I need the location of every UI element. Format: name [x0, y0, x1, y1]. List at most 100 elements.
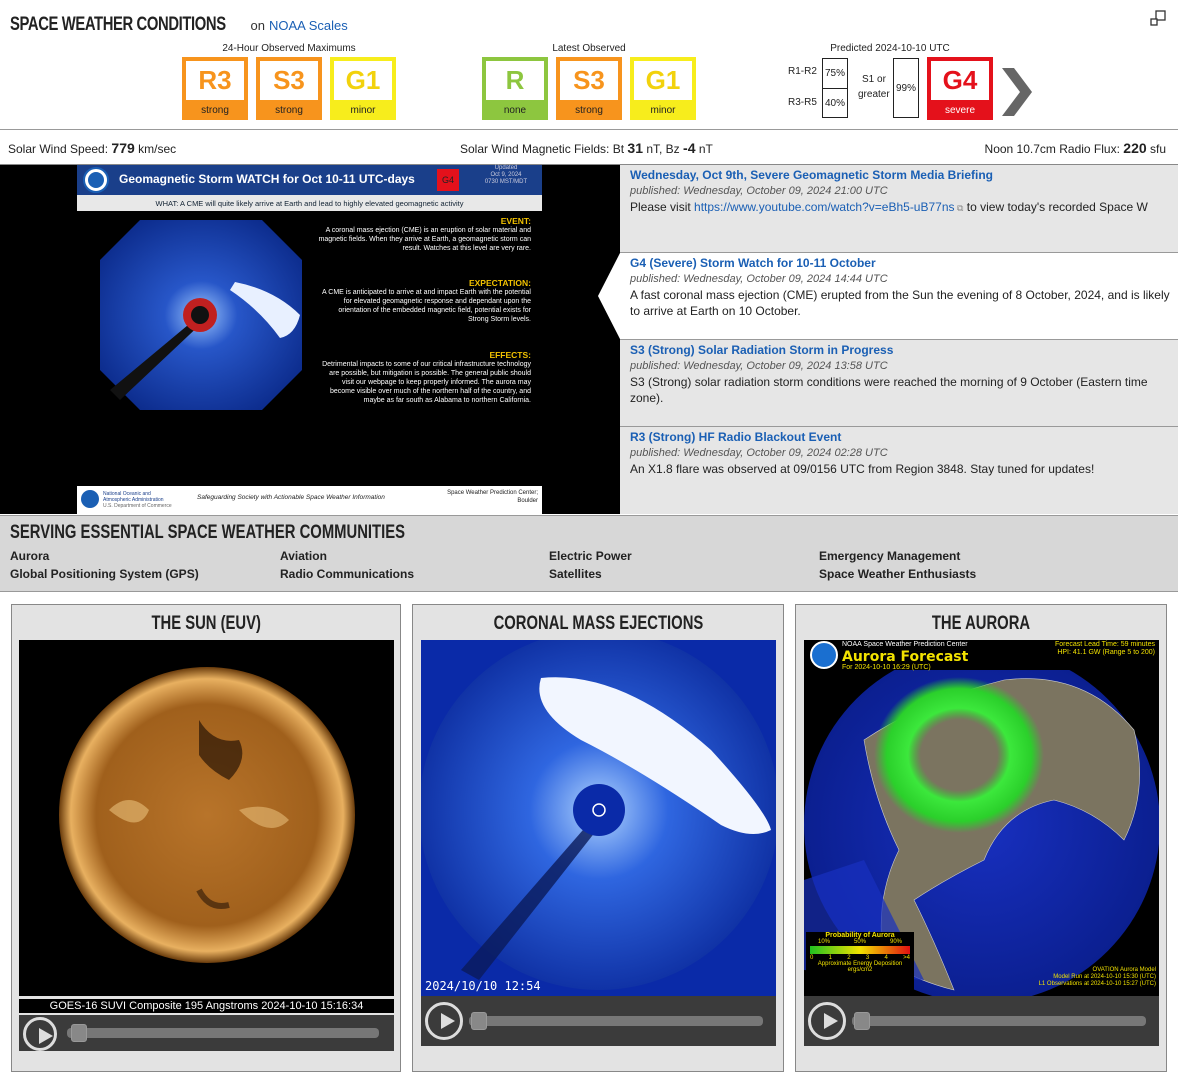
watch-text-block: EVENT: A coronal mass ejection (CME) is … [318, 216, 531, 405]
play-icon[interactable] [23, 1017, 57, 1051]
news-item-active[interactable]: G4 (Severe) Storm Watch for 10-11 Octobe… [620, 253, 1178, 339]
sun-scrub-track[interactable] [67, 1028, 379, 1038]
cme-scrub-handle[interactable] [471, 1012, 487, 1030]
cme-card: CORONAL MASS EJECTIONS 2024/10/10 12:54 [412, 604, 784, 1072]
r1r2-label: R1-R2 [788, 66, 817, 77]
watch-updated: Updated Oct 9, 2024 0730 MST/MDT [484, 165, 528, 185]
footer-swpc: Space Weather Prediction Center; Boulder [447, 490, 538, 504]
latest-s-level: strong [575, 104, 603, 116]
footer-tagline: Safeguarding Society with Actionable Spa… [197, 494, 385, 501]
observed-s-scale[interactable]: S3 strong [256, 57, 322, 120]
latest-g-scale[interactable]: G1 minor [630, 57, 696, 120]
noaa-aurora-logo-icon [810, 641, 838, 669]
latest-s-scale[interactable]: S3 strong [556, 57, 622, 120]
news-link[interactable]: https://www.youtube.com/watch?v=eBh5-uB7… [694, 200, 954, 214]
observed-r-scale[interactable]: R3 strong [182, 57, 248, 120]
community-aurora[interactable]: Aurora [10, 549, 49, 563]
cme-timestamp: 2024/10/10 12:54 [425, 979, 541, 993]
sun-scrub-handle[interactable] [71, 1024, 87, 1042]
news-title[interactable]: S3 (Strong) Solar Radiation Storm in Pro… [630, 342, 1170, 358]
active-pointer-icon [598, 253, 620, 339]
community-aviation[interactable]: Aviation [280, 549, 327, 563]
expand-icon[interactable] [1150, 10, 1166, 26]
news-divider [620, 252, 1178, 253]
solar-wind-magnetic-fields: Solar Wind Magnetic Fields: Bt 31 nT, Bz… [460, 140, 713, 156]
on-text: on [250, 18, 265, 33]
aurora-card: THE AURORA NOAA Space Weather Prediction… [795, 604, 1167, 1072]
observed-g-scale[interactable]: G1 minor [330, 57, 396, 120]
latest-g-code: G1 [634, 61, 692, 100]
communities-title: SERVING ESSENTIAL SPACE WEATHER COMMUNIT… [10, 522, 405, 543]
news-item[interactable]: Wednesday, Oct 9th, Severe Geomagnetic S… [620, 165, 1178, 252]
footer-org: National Oceanic and Atmospheric Adminis… [103, 491, 172, 509]
aurora-legend: Probability of Aurora 10% 50% 90% 0 1 2 3 4 >4 … [806, 932, 914, 990]
latest-r-scale[interactable]: R none [482, 57, 548, 120]
latest-observed-label: Latest Observed [552, 43, 626, 54]
news-date: published: Wednesday, October 09, 2024 1… [630, 273, 888, 285]
community-enthusiasts[interactable]: Space Weather Enthusiasts [819, 567, 976, 581]
news-divider [620, 339, 1178, 340]
lasco-coronagraph-image [100, 220, 302, 410]
cme-image[interactable] [421, 640, 776, 996]
sun-euv-image[interactable] [19, 640, 394, 996]
news-body: A fast coronal mass ejection (CME) erupt… [630, 288, 1170, 318]
aurora-scrub-track[interactable] [852, 1016, 1146, 1026]
legend-prob-ticks: 10% 50% 90% [817, 939, 902, 945]
aurora-hpi: HPI: 41.1 GW (Range 5 to 200) [1057, 649, 1155, 656]
aurora-title: Aurora Forecast [842, 649, 969, 665]
solar-wind-row: Solar Wind Speed: 779 km/sec Solar Wind … [0, 138, 1178, 160]
play-icon[interactable] [808, 1002, 846, 1040]
observed-g-code: G1 [334, 61, 392, 100]
card-title: THE AURORA [931, 613, 1031, 634]
observed-max-label: 24-Hour Observed Maximums [222, 43, 356, 54]
news-body: Please visit https://www.youtube.com/wat… [630, 200, 1148, 214]
community-gps[interactable]: Global Positioning System (GPS) [10, 567, 199, 581]
s1-value: 99% [893, 58, 919, 118]
watch-banner: Geomagnetic Storm WATCH for Oct 10-11 UT… [77, 165, 542, 195]
news-body: S3 (Strong) solar radiation storm condit… [630, 375, 1148, 405]
cme-scrub-track[interactable] [469, 1016, 763, 1026]
community-emergency[interactable]: Emergency Management [819, 549, 960, 563]
watch-footer: National Oceanic and Atmospheric Adminis… [77, 486, 542, 514]
observed-r-code: R3 [186, 61, 244, 100]
s1-label-1: S1 or [862, 74, 886, 85]
featured-graphic[interactable]: Geomagnetic Storm WATCH for Oct 10-11 UT… [0, 165, 620, 514]
sun-euv-card: THE SUN (EUV) GOES-16 SUVI Composite 195… [11, 604, 401, 1072]
cme-player [421, 996, 776, 1046]
aurora-forecast-image[interactable]: NOAA Space Weather Prediction Center Aur… [804, 640, 1159, 996]
watch-what: WHAT: A CME will quite likely arrive at … [77, 195, 542, 211]
legend-color-bar [810, 946, 910, 954]
r3r5-label: R3-R5 [788, 97, 817, 108]
noaa-scales-link[interactable]: NOAA Scales [269, 18, 348, 33]
latest-s-code: S3 [560, 61, 618, 100]
news-title[interactable]: R3 (Strong) HF Radio Blackout Event [630, 429, 1170, 445]
latest-g-level: minor [650, 104, 676, 116]
aurora-lead: Forecast Lead Time: 59 minutes [1055, 641, 1155, 648]
observed-s-code: S3 [260, 61, 318, 100]
aurora-scrub-handle[interactable] [854, 1012, 870, 1030]
predicted-g-code: G4 [931, 61, 989, 100]
noaa-logo-icon [83, 167, 109, 193]
predicted-g-level: severe [944, 104, 975, 116]
next-chevron-icon[interactable] [1000, 66, 1034, 118]
aurora-header: NOAA Space Weather Prediction Center Aur… [804, 640, 1159, 671]
news-date: published: Wednesday, October 09, 2024 0… [630, 447, 888, 459]
play-icon[interactable] [425, 1002, 463, 1040]
community-satellites[interactable]: Satellites [549, 567, 602, 581]
community-radio[interactable]: Radio Communications [280, 567, 414, 581]
legend-energy: Approximate Energy Deposition ergs/cm2 [817, 961, 903, 973]
latest-r-level: none [503, 104, 527, 116]
observed-s-level: strong [275, 104, 303, 116]
sun-player [19, 1015, 394, 1051]
news-title[interactable]: Wednesday, Oct 9th, Severe Geomagnetic S… [630, 167, 1170, 183]
predicted-g-scale[interactable]: G4 severe [927, 57, 993, 120]
community-electric-power[interactable]: Electric Power [549, 549, 632, 563]
aurora-model-info: OVATION Aurora Model Model Run at 2024-10… [1038, 967, 1156, 987]
news-title[interactable]: G4 (Severe) Storm Watch for 10-11 Octobe… [630, 255, 1170, 271]
news-item[interactable]: R3 (Strong) HF Radio Blackout Event publ… [620, 427, 1178, 514]
r1r2-value: 75% [822, 58, 848, 88]
news-date: published: Wednesday, October 09, 2024 1… [630, 360, 888, 372]
legend-title: Probability of Aurora [825, 932, 895, 939]
observed-r-level: strong [201, 104, 229, 116]
news-item[interactable]: S3 (Strong) Solar Radiation Storm in Pro… [620, 340, 1178, 426]
